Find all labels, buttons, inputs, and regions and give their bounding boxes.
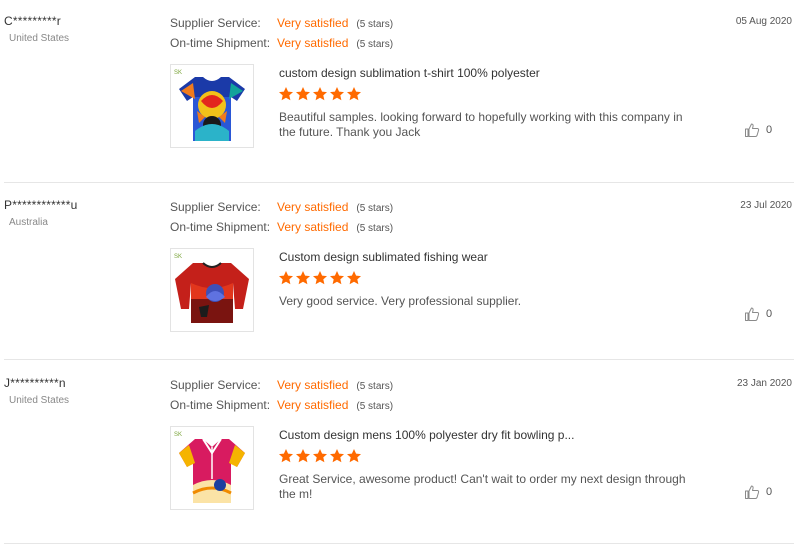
supplier-service-rating: Supplier Service: Very satisfied (5 stars) bbox=[170, 199, 393, 215]
colorful-tshirt-image: SK bbox=[174, 70, 245, 141]
rating-label: On-time Shipment: bbox=[170, 398, 271, 412]
product-title[interactable]: Custom design mens 100% polyester dry fi… bbox=[279, 428, 574, 442]
like-button[interactable]: 0 bbox=[744, 306, 772, 322]
rating-value: Very satisfied bbox=[277, 220, 349, 234]
review-item: J**********n United States Supplier Serv… bbox=[0, 362, 800, 540]
rating-stars-text: (5 stars) bbox=[356, 381, 394, 392]
bowling-shirt-image: SK bbox=[174, 432, 245, 503]
star-icon bbox=[313, 87, 327, 101]
product-thumbnail[interactable]: SK bbox=[170, 248, 254, 332]
review-divider bbox=[4, 543, 794, 544]
rating-stars-text: (5 stars) bbox=[356, 401, 394, 412]
rating-value: Very satisfied bbox=[277, 378, 349, 392]
buyer-name: J**********n bbox=[4, 376, 66, 390]
svg-text:SK: SK bbox=[174, 254, 182, 260]
rating-stars-text: (5 stars) bbox=[356, 39, 394, 50]
supplier-service-rating: Supplier Service: Very satisfied (5 stars) bbox=[170, 15, 393, 31]
like-button[interactable]: 0 bbox=[744, 122, 772, 138]
on-time-shipment-rating: On-time Shipment: Very satisfied (5 stars) bbox=[170, 397, 393, 413]
rating-stars-text: (5 stars) bbox=[356, 19, 394, 30]
star-icon bbox=[347, 271, 361, 285]
star-icon bbox=[296, 87, 310, 101]
star-icon bbox=[330, 449, 344, 463]
review-star-rating bbox=[278, 448, 363, 466]
rating-label: On-time Shipment: bbox=[170, 36, 271, 50]
review-date: 23 Jan 2020 bbox=[736, 378, 792, 389]
svg-text:SK: SK bbox=[174, 70, 182, 76]
supplier-service-rating: Supplier Service: Very satisfied (5 stars) bbox=[170, 377, 393, 393]
product-title[interactable]: custom design sublimation t-shirt 100% p… bbox=[279, 66, 540, 80]
star-icon bbox=[279, 87, 293, 101]
rating-label: On-time Shipment: bbox=[170, 220, 271, 234]
rating-label: Supplier Service: bbox=[170, 378, 261, 392]
review-text: Very good service. Very professional sup… bbox=[279, 294, 522, 308]
rating-value: Very satisfied bbox=[277, 200, 349, 214]
review-star-rating bbox=[278, 270, 363, 288]
buyer-country: United States bbox=[9, 395, 70, 406]
review-date: 05 Aug 2020 bbox=[735, 16, 792, 27]
star-icon bbox=[347, 87, 361, 101]
star-icon bbox=[279, 271, 293, 285]
review-text: Great Service, awesome product! Can't wa… bbox=[279, 472, 686, 501]
review-divider bbox=[4, 182, 794, 183]
star-icon bbox=[330, 271, 344, 285]
rating-stars-text: (5 stars) bbox=[356, 203, 394, 214]
star-icon bbox=[347, 449, 361, 463]
rating-value: Very satisfied bbox=[277, 398, 349, 412]
review-item: C*********r United States Supplier Servi… bbox=[0, 0, 800, 178]
thumbs-up-icon bbox=[745, 123, 760, 137]
svg-text:SK: SK bbox=[174, 432, 182, 438]
buyer-name: P************u bbox=[4, 198, 78, 212]
product-thumbnail[interactable]: SK bbox=[170, 426, 254, 510]
review-date: 23 Jul 2020 bbox=[740, 200, 792, 211]
star-icon bbox=[313, 449, 327, 463]
rating-label: Supplier Service: bbox=[170, 200, 261, 214]
thumbs-up-icon bbox=[745, 485, 760, 499]
rating-value: Very satisfied bbox=[277, 36, 349, 50]
star-icon bbox=[296, 449, 310, 463]
star-icon bbox=[330, 87, 344, 101]
buyer-name: C*********r bbox=[4, 14, 61, 28]
buyer-country: United States bbox=[9, 33, 70, 44]
thumbs-up-icon bbox=[745, 307, 760, 321]
star-icon bbox=[313, 271, 327, 285]
on-time-shipment-rating: On-time Shipment: Very satisfied (5 stars) bbox=[170, 219, 393, 235]
star-icon bbox=[279, 449, 293, 463]
star-icon bbox=[296, 271, 310, 285]
review-item: P************u Australia Supplier Servic… bbox=[0, 184, 800, 362]
review-star-rating bbox=[278, 86, 363, 104]
review-text: Beautiful samples. looking forward to ho… bbox=[279, 110, 683, 139]
like-count: 0 bbox=[766, 308, 773, 320]
rating-stars-text: (5 stars) bbox=[356, 223, 394, 234]
red-fishing-shirt-image: SK bbox=[174, 254, 249, 323]
product-thumbnail[interactable]: SK bbox=[170, 64, 254, 148]
like-button[interactable]: 0 bbox=[744, 484, 772, 500]
rating-value: Very satisfied bbox=[277, 16, 349, 30]
rating-label: Supplier Service: bbox=[170, 16, 261, 30]
like-count: 0 bbox=[766, 124, 773, 136]
buyer-country: Australia bbox=[9, 217, 48, 228]
product-title[interactable]: Custom design sublimated fishing wear bbox=[279, 250, 488, 264]
like-count: 0 bbox=[766, 486, 773, 498]
review-divider bbox=[4, 359, 794, 360]
on-time-shipment-rating: On-time Shipment: Very satisfied (5 stars) bbox=[170, 35, 393, 51]
review-list: C*********r United States Supplier Servi… bbox=[0, 0, 800, 555]
